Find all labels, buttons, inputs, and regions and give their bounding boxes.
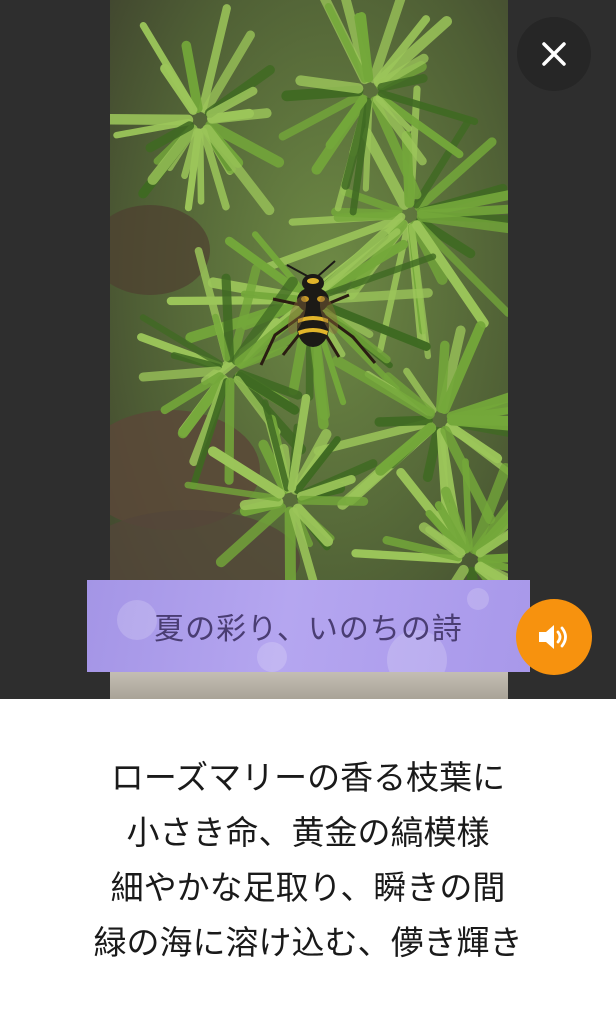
speaker-icon	[539, 625, 567, 649]
close-button[interactable]	[517, 17, 591, 91]
audio-button[interactable]	[516, 599, 592, 675]
title-text: 夏の彩り、いのちの詩	[154, 612, 463, 647]
poem-line-4: 緑の海に溶け込む、儚き輝き	[93, 923, 523, 962]
poem-text: ローズマリーの香る枝葉に 小さき命、黄金の縞模様 細やかな足取り、瞬きの間 緑の…	[0, 750, 616, 970]
poem-line-2: 小さき命、黄金の縞模様	[126, 813, 490, 852]
photo-viewer: 夏の彩り、いのちの詩	[0, 0, 616, 699]
poem-line-1: ローズマリーの香る枝葉に	[110, 758, 506, 797]
poem-line-3: 細やかな足取り、瞬きの間	[110, 868, 506, 907]
title-banner: 夏の彩り、いのちの詩	[87, 580, 530, 672]
close-icon	[542, 42, 566, 66]
